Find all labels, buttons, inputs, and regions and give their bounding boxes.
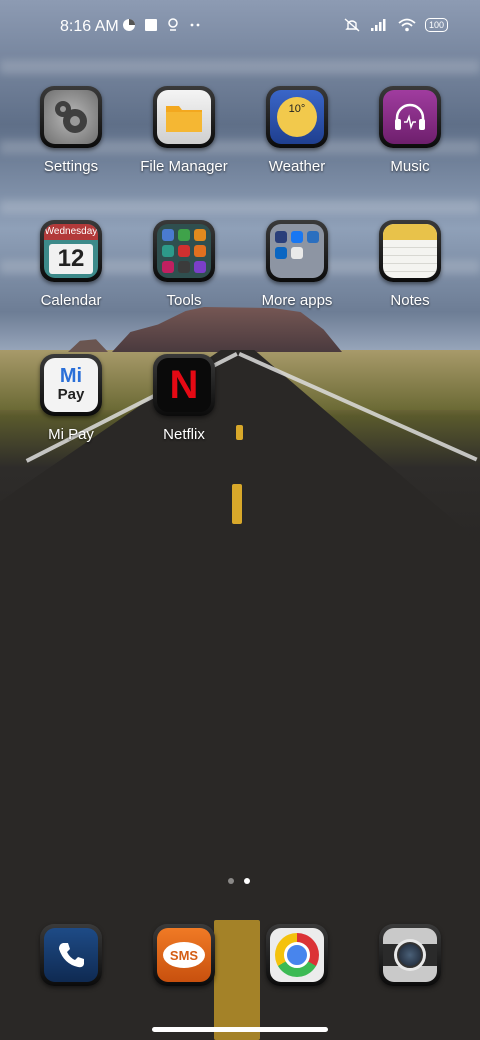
dock-phone[interactable] (21, 924, 121, 986)
app-label: Weather (268, 158, 326, 175)
grid-app-icon (194, 261, 206, 273)
tools-folder-icon (153, 220, 215, 282)
wallpaper-streak (0, 60, 480, 74)
battery-indicator: 100 (424, 18, 448, 32)
location-icon (168, 18, 178, 31)
app-mi-pay[interactable]: Mi Pay Mi Pay (21, 354, 121, 443)
app-settings[interactable]: Settings (21, 86, 121, 175)
app-weather[interactable]: 10° Weather (247, 86, 347, 175)
wallpaper-mesa (68, 339, 108, 352)
page-dot-active[interactable] (244, 878, 250, 884)
app-label: Settings (43, 158, 99, 175)
grid-app-icon (291, 247, 303, 259)
wallpaper-centerline (236, 425, 243, 440)
chrome-icon (266, 924, 328, 986)
grid-app-icon (307, 231, 319, 243)
recorder-icon (178, 245, 190, 257)
dock-chrome[interactable] (247, 924, 347, 986)
weather-icon: 10° (266, 86, 328, 148)
calendar-day: Wednesday (44, 224, 98, 240)
system-icons: 100 (343, 18, 448, 32)
notification-icons (122, 18, 202, 32)
app-file-manager[interactable]: File Manager (134, 86, 234, 175)
page-dot[interactable] (228, 878, 234, 884)
dock-messages[interactable]: SMS (134, 924, 234, 986)
app-label: Music (390, 158, 430, 175)
grid-app-icon (162, 261, 174, 273)
app-label: Tools (166, 292, 202, 309)
netflix-logo: N (169, 362, 199, 407)
dock-camera[interactable] (360, 924, 460, 986)
folder-icon (153, 86, 215, 148)
more-apps-folder-icon (266, 220, 328, 282)
sms-logo: SMS (169, 947, 199, 963)
facebook-icon (291, 231, 303, 243)
grid-app-icon (275, 231, 287, 243)
home-screen: 8:16 AM 100 Settings File Manager 10° We… (0, 0, 480, 1040)
silent-mode-icon (344, 18, 360, 32)
app-label: Mi Pay (48, 426, 94, 443)
notification-square-icon (145, 19, 157, 31)
more-notifications-icon (190, 23, 200, 27)
wifi-icon (398, 18, 416, 32)
app-label: Netflix (163, 426, 205, 443)
phone-icon (40, 924, 102, 986)
data-saver-icon (123, 19, 135, 31)
grid-app-icon (194, 245, 206, 257)
calendar-date: 12 (49, 244, 93, 274)
linkedin-icon (275, 247, 287, 259)
notes-icon (379, 220, 441, 282)
weather-temperature: 10° (288, 103, 306, 115)
app-label: Calendar (40, 292, 102, 309)
settings-icon (40, 86, 102, 148)
wallpaper-streak (0, 200, 480, 214)
wallpaper-centerline (232, 484, 242, 524)
grid-app-icon (194, 229, 206, 241)
app-folder-tools[interactable]: Tools (134, 220, 234, 309)
status-time: 8:16 AM (60, 18, 119, 35)
app-label: Notes (390, 292, 430, 309)
app-calendar[interactable]: Wednesday 12 Calendar (21, 220, 121, 309)
app-label: More apps (261, 292, 333, 309)
app-music[interactable]: Music (360, 86, 460, 175)
mi-pay-icon: Mi Pay (40, 354, 102, 416)
grid-app-icon (162, 245, 174, 257)
status-bar: 8:16 AM 100 (0, 0, 480, 56)
app-folder-more-apps[interactable]: More apps (247, 220, 347, 309)
netflix-icon: N (153, 354, 215, 416)
grid-app-icon (162, 229, 174, 241)
grid-app-icon (178, 229, 190, 241)
calendar-icon: Wednesday 12 (40, 220, 102, 282)
mi-pay-logo-mi: Mi (59, 365, 83, 387)
headphones-icon (379, 86, 441, 148)
grid-app-icon (178, 261, 190, 273)
sms-icon: SMS (153, 924, 215, 986)
app-notes[interactable]: Notes (360, 220, 460, 309)
app-netflix[interactable]: N Netflix (134, 354, 234, 443)
gesture-home-bar[interactable] (152, 1027, 328, 1032)
mi-pay-logo-pay: Pay (57, 386, 85, 403)
wallpaper-mesa (112, 307, 342, 352)
camera-icon (379, 924, 441, 986)
app-label: File Manager (140, 158, 228, 175)
signal-icon (370, 19, 386, 31)
page-indicator (228, 878, 250, 884)
